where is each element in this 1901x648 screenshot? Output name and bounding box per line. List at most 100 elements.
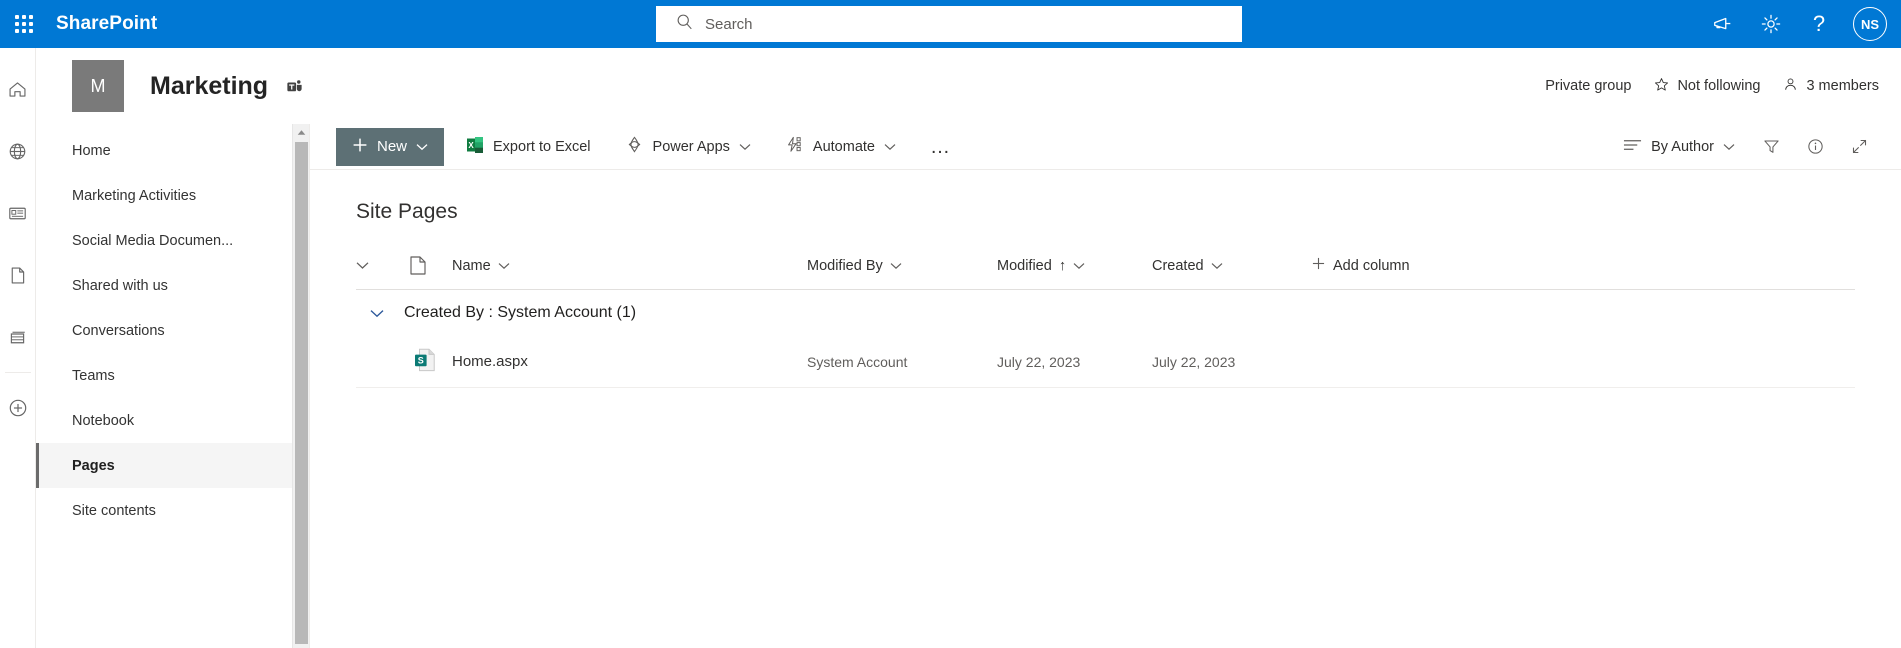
nav-label: Teams bbox=[72, 367, 115, 384]
sidebar-item-site-contents[interactable]: Site contents bbox=[36, 488, 292, 533]
automate-icon bbox=[785, 135, 804, 158]
expand-icon[interactable] bbox=[1839, 128, 1879, 166]
sidebar-item-pages[interactable]: Pages bbox=[36, 443, 292, 488]
page-title[interactable]: Marketing bbox=[150, 72, 304, 101]
sharepoint-brand-link[interactable]: SharePoint bbox=[48, 13, 157, 35]
chevron-down-icon bbox=[1723, 143, 1735, 151]
members-label: 3 members bbox=[1806, 78, 1879, 94]
modified-header[interactable]: Modified ↑ bbox=[997, 246, 1152, 290]
view-list-icon bbox=[1623, 138, 1642, 156]
modified-value: July 22, 2023 bbox=[997, 353, 1081, 370]
list-title[interactable]: Site Pages bbox=[356, 170, 458, 246]
table-header: Name Modified By Modified ↑ Created Add … bbox=[356, 246, 1855, 290]
follow-button[interactable]: Not following bbox=[1653, 76, 1760, 97]
filter-icon[interactable] bbox=[1751, 128, 1791, 166]
home-icon[interactable] bbox=[0, 58, 36, 120]
sidebar-item-social-media-documents[interactable]: Social Media Documen... bbox=[36, 218, 292, 263]
gear-icon[interactable] bbox=[1747, 0, 1795, 48]
chevron-down-icon bbox=[884, 143, 896, 151]
nav-label: Conversations bbox=[72, 322, 165, 339]
add-column-header[interactable]: Add column bbox=[1312, 246, 1855, 290]
nav-label: Shared with us bbox=[72, 277, 168, 294]
members-button[interactable]: 3 members bbox=[1782, 76, 1879, 97]
app-rail bbox=[0, 48, 36, 648]
row-modified-by-cell: System Account bbox=[807, 336, 997, 388]
sidebar-item-notebook[interactable]: Notebook bbox=[36, 398, 292, 443]
view-selector-button[interactable]: By Author bbox=[1611, 128, 1747, 166]
page-icon[interactable] bbox=[0, 244, 36, 306]
row-file-icon-cell: S bbox=[410, 336, 452, 388]
sidebar-item-conversations[interactable]: Conversations bbox=[36, 308, 292, 353]
export-to-excel-button[interactable]: X Export to Excel bbox=[454, 128, 603, 166]
group-label: Created By : System Account (1) bbox=[404, 304, 637, 321]
left-nav: Home Marketing Activities Social Media D… bbox=[36, 124, 310, 648]
info-icon[interactable] bbox=[1795, 128, 1835, 166]
sidebar-item-home[interactable]: Home bbox=[36, 128, 292, 173]
teams-icon bbox=[285, 77, 304, 96]
chevron-down-icon[interactable] bbox=[356, 309, 384, 318]
site-pages-table: Name Modified By Modified ↑ Created Add … bbox=[356, 246, 1855, 388]
plus-icon bbox=[1312, 257, 1325, 274]
scrollbar-thumb[interactable] bbox=[294, 142, 308, 644]
nav-label: Notebook bbox=[72, 412, 135, 429]
row-empty-cell bbox=[1312, 336, 1855, 388]
sidebar-item-teams[interactable]: Teams bbox=[36, 353, 292, 398]
name-header-label: Name bbox=[452, 257, 491, 274]
group-header-cell[interactable]: Created By : System Account (1) bbox=[356, 290, 1855, 337]
document-icon bbox=[410, 256, 452, 275]
name-header[interactable]: Name bbox=[452, 246, 807, 290]
scroll-up-icon[interactable] bbox=[293, 124, 310, 141]
app-launcher-button[interactable] bbox=[0, 0, 48, 48]
suite-bar: SharePoint Search ? NS bbox=[0, 0, 1901, 48]
list-wrap: Site Pages Name Modified By Modified ↑ C… bbox=[310, 170, 1901, 648]
help-glyph: ? bbox=[1812, 11, 1826, 36]
file-name-link[interactable]: Home.aspx bbox=[452, 353, 528, 370]
globe-icon[interactable] bbox=[0, 120, 36, 182]
overflow-menu-button[interactable]: … bbox=[918, 128, 964, 166]
power-apps-button[interactable]: Power Apps bbox=[613, 128, 763, 166]
created-header-label: Created bbox=[1152, 257, 1204, 274]
file-type-header[interactable] bbox=[410, 246, 452, 290]
automate-button[interactable]: Automate bbox=[773, 128, 908, 166]
search-box[interactable] bbox=[656, 6, 1242, 42]
chevron-down-icon bbox=[1211, 262, 1223, 270]
sidebar-item-marketing-activities[interactable]: Marketing Activities bbox=[36, 173, 292, 218]
plus-icon bbox=[352, 137, 368, 157]
site-logo[interactable]: M bbox=[72, 60, 124, 112]
lists-icon[interactable] bbox=[0, 306, 36, 368]
new-button[interactable]: New bbox=[336, 127, 445, 166]
nav-items: Home Marketing Activities Social Media D… bbox=[36, 124, 292, 648]
power-apps-icon bbox=[625, 135, 644, 158]
follow-label: Not following bbox=[1677, 78, 1761, 94]
table-body: Created By : System Account (1) S Home.a… bbox=[356, 290, 1855, 388]
help-icon[interactable]: ? bbox=[1795, 0, 1843, 48]
site-header: M Marketing Private group Not following … bbox=[36, 48, 1901, 124]
waffle-icon bbox=[15, 15, 33, 33]
row-name-cell[interactable]: Home.aspx bbox=[452, 336, 807, 388]
modified-by-value: System Account bbox=[807, 353, 908, 370]
automate-label: Automate bbox=[812, 138, 875, 155]
created-value: July 22, 2023 bbox=[1152, 353, 1236, 370]
search-input[interactable] bbox=[705, 15, 1230, 33]
view-label: By Author bbox=[1651, 138, 1714, 155]
group-header-row[interactable]: Created By : System Account (1) bbox=[356, 290, 1855, 337]
chevron-down-icon[interactable] bbox=[356, 261, 410, 270]
privacy-label: Private group bbox=[1545, 78, 1631, 94]
page-column: M Marketing Private group Not following … bbox=[36, 48, 1901, 648]
table-row[interactable]: S Home.aspx System Account July 22, 2023… bbox=[356, 336, 1855, 388]
create-icon[interactable] bbox=[0, 377, 36, 439]
row-spacer-cell bbox=[356, 336, 410, 388]
avatar[interactable]: NS bbox=[1853, 7, 1887, 41]
new-button-label: New bbox=[377, 138, 408, 155]
content-row: Home Marketing Activities Social Media D… bbox=[36, 124, 1901, 648]
rail-divider bbox=[4, 372, 31, 373]
sidebar-item-shared-with-us[interactable]: Shared with us bbox=[36, 263, 292, 308]
megaphone-icon[interactable] bbox=[1699, 0, 1747, 48]
nav-scrollbar[interactable] bbox=[292, 124, 309, 648]
news-icon[interactable] bbox=[0, 182, 36, 244]
modified-by-header[interactable]: Modified By bbox=[807, 246, 997, 290]
row-created-cell: July 22, 2023 bbox=[1152, 336, 1312, 388]
chevron-down-icon bbox=[1073, 262, 1085, 270]
created-header[interactable]: Created bbox=[1152, 246, 1312, 290]
expand-all-header[interactable] bbox=[356, 246, 410, 290]
